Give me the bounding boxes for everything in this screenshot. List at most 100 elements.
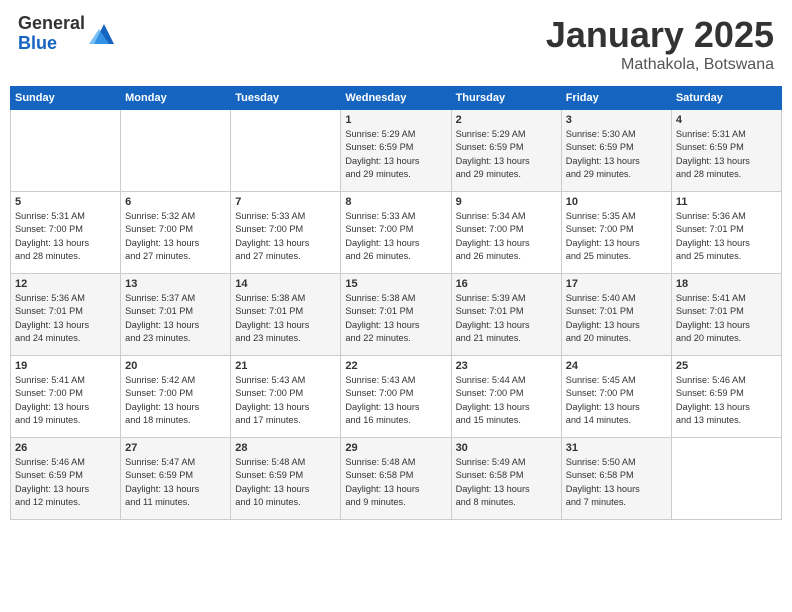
day-info: Sunrise: 5:32 AM Sunset: 7:00 PM Dayligh… xyxy=(125,210,226,263)
day-info: Sunrise: 5:37 AM Sunset: 7:01 PM Dayligh… xyxy=(125,292,226,345)
day-info: Sunrise: 5:47 AM Sunset: 6:59 PM Dayligh… xyxy=(125,456,226,509)
day-info: Sunrise: 5:42 AM Sunset: 7:00 PM Dayligh… xyxy=(125,374,226,427)
day-info: Sunrise: 5:29 AM Sunset: 6:59 PM Dayligh… xyxy=(345,128,446,181)
day-number: 7 xyxy=(235,196,336,208)
day-info: Sunrise: 5:33 AM Sunset: 7:00 PM Dayligh… xyxy=(235,210,336,263)
day-info: Sunrise: 5:31 AM Sunset: 7:00 PM Dayligh… xyxy=(15,210,116,263)
day-info: Sunrise: 5:34 AM Sunset: 7:00 PM Dayligh… xyxy=(456,210,557,263)
day-number: 28 xyxy=(235,442,336,454)
calendar-cell xyxy=(231,110,341,192)
calendar-cell: 21Sunrise: 5:43 AM Sunset: 7:00 PM Dayli… xyxy=(231,356,341,438)
day-info: Sunrise: 5:48 AM Sunset: 6:58 PM Dayligh… xyxy=(345,456,446,509)
day-info: Sunrise: 5:46 AM Sunset: 6:59 PM Dayligh… xyxy=(15,456,116,509)
calendar-week-row: 5 Sunrise: 5:31 AM Sunset: 7:00 PM Daylig… xyxy=(11,192,782,274)
calendar-week-row: 1Sunrise: 5:29 AM Sunset: 6:59 PM Daylig… xyxy=(11,110,782,192)
day-header-wednesday: Wednesday xyxy=(341,87,451,110)
day-number: 10 xyxy=(566,196,667,208)
day-number: 5 xyxy=(15,196,116,208)
calendar-cell: 28 Sunrise: 5:48 AM Sunset: 6:59 PM Dayli… xyxy=(231,438,341,520)
day-info: Sunrise: 5:33 AM Sunset: 7:00 PM Dayligh… xyxy=(345,210,446,263)
calendar-cell: 26 Sunrise: 5:46 AM Sunset: 6:59 PM Dayli… xyxy=(11,438,121,520)
calendar-cell: 14 Sunrise: 5:38 AM Sunset: 7:01 PM Dayli… xyxy=(231,274,341,356)
day-number: 15 xyxy=(345,278,446,290)
day-info: Sunrise: 5:29 AM Sunset: 6:59 PM Dayligh… xyxy=(456,128,557,181)
day-number: 2 xyxy=(456,114,557,126)
day-info: Sunrise: 5:40 AM Sunset: 7:01 PM Dayligh… xyxy=(566,292,667,345)
logo: General Blue xyxy=(18,14,119,54)
calendar-cell: 22 Sunrise: 5:43 AM Sunset: 7:00 PM Dayli… xyxy=(341,356,451,438)
day-header-friday: Friday xyxy=(561,87,671,110)
day-info: Sunrise: 5:45 AM Sunset: 7:00 PM Dayligh… xyxy=(566,374,667,427)
calendar-header-row: SundayMondayTuesdayWednesdayThursdayFrid… xyxy=(11,87,782,110)
calendar-cell: 5 Sunrise: 5:31 AM Sunset: 7:00 PM Daylig… xyxy=(11,192,121,274)
calendar-cell: 15 Sunrise: 5:38 AM Sunset: 7:01 PM Dayli… xyxy=(341,274,451,356)
day-info: Sunrise: 5:38 AM Sunset: 7:01 PM Dayligh… xyxy=(235,292,336,345)
calendar-cell: 9 Sunrise: 5:34 AM Sunset: 7:00 PM Daylig… xyxy=(451,192,561,274)
day-number: 4 xyxy=(676,114,777,126)
calendar-week-row: 19 Sunrise: 5:41 AM Sunset: 7:00 PM Dayli… xyxy=(11,356,782,438)
day-number: 22 xyxy=(345,360,446,372)
day-number: 9 xyxy=(456,196,557,208)
calendar-cell xyxy=(121,110,231,192)
calendar-cell: 30 Sunrise: 5:49 AM Sunset: 6:58 PM Dayli… xyxy=(451,438,561,520)
day-number: 6 xyxy=(125,196,226,208)
calendar-cell xyxy=(671,438,781,520)
day-number: 11 xyxy=(676,196,777,208)
calendar-cell: 23 Sunrise: 5:44 AM Sunset: 7:00 PM Dayli… xyxy=(451,356,561,438)
calendar-cell: 8Sunrise: 5:33 AM Sunset: 7:00 PM Daylig… xyxy=(341,192,451,274)
calendar-cell: 3Sunrise: 5:30 AM Sunset: 6:59 PM Daylig… xyxy=(561,110,671,192)
day-number: 14 xyxy=(235,278,336,290)
day-info: Sunrise: 5:43 AM Sunset: 7:00 PM Dayligh… xyxy=(345,374,446,427)
calendar-cell: 12 Sunrise: 5:36 AM Sunset: 7:01 PM Dayli… xyxy=(11,274,121,356)
calendar-cell: 10 Sunrise: 5:35 AM Sunset: 7:00 PM Dayli… xyxy=(561,192,671,274)
day-info: Sunrise: 5:41 AM Sunset: 7:00 PM Dayligh… xyxy=(15,374,116,427)
calendar-cell: 7 Sunrise: 5:33 AM Sunset: 7:00 PM Daylig… xyxy=(231,192,341,274)
day-number: 18 xyxy=(676,278,777,290)
calendar-cell: 2 Sunrise: 5:29 AM Sunset: 6:59 PM Daylig… xyxy=(451,110,561,192)
day-info: Sunrise: 5:36 AM Sunset: 7:01 PM Dayligh… xyxy=(15,292,116,345)
logo-general: General xyxy=(18,14,85,34)
location-subtitle: Mathakola, Botswana xyxy=(546,56,774,74)
calendar-cell xyxy=(11,110,121,192)
calendar-cell: 31Sunrise: 5:50 AM Sunset: 6:58 PM Dayli… xyxy=(561,438,671,520)
day-info: Sunrise: 5:35 AM Sunset: 7:00 PM Dayligh… xyxy=(566,210,667,263)
day-info: Sunrise: 5:38 AM Sunset: 7:01 PM Dayligh… xyxy=(345,292,446,345)
day-info: Sunrise: 5:36 AM Sunset: 7:01 PM Dayligh… xyxy=(676,210,777,263)
day-number: 13 xyxy=(125,278,226,290)
calendar-cell: 1Sunrise: 5:29 AM Sunset: 6:59 PM Daylig… xyxy=(341,110,451,192)
logo-blue: Blue xyxy=(18,34,85,54)
calendar-week-row: 26 Sunrise: 5:46 AM Sunset: 6:59 PM Dayli… xyxy=(11,438,782,520)
calendar-week-row: 12 Sunrise: 5:36 AM Sunset: 7:01 PM Dayli… xyxy=(11,274,782,356)
title-block: January 2025 Mathakola, Botswana xyxy=(546,14,774,74)
calendar-cell: 4Sunrise: 5:31 AM Sunset: 6:59 PM Daylig… xyxy=(671,110,781,192)
calendar-cell: 16 Sunrise: 5:39 AM Sunset: 7:01 PM Dayli… xyxy=(451,274,561,356)
day-number: 20 xyxy=(125,360,226,372)
day-number: 24 xyxy=(566,360,667,372)
day-number: 19 xyxy=(15,360,116,372)
day-header-saturday: Saturday xyxy=(671,87,781,110)
page-header: General Blue January 2025 Mathakola, Bot… xyxy=(10,10,782,78)
day-info: Sunrise: 5:48 AM Sunset: 6:59 PM Dayligh… xyxy=(235,456,336,509)
month-year-title: January 2025 xyxy=(546,14,774,56)
day-header-thursday: Thursday xyxy=(451,87,561,110)
day-number: 30 xyxy=(456,442,557,454)
day-info: Sunrise: 5:43 AM Sunset: 7:00 PM Dayligh… xyxy=(235,374,336,427)
day-info: Sunrise: 5:39 AM Sunset: 7:01 PM Dayligh… xyxy=(456,292,557,345)
day-number: 23 xyxy=(456,360,557,372)
day-number: 25 xyxy=(676,360,777,372)
calendar-cell: 6 Sunrise: 5:32 AM Sunset: 7:00 PM Daylig… xyxy=(121,192,231,274)
calendar-cell: 13 Sunrise: 5:37 AM Sunset: 7:01 PM Dayli… xyxy=(121,274,231,356)
calendar-cell: 24 Sunrise: 5:45 AM Sunset: 7:00 PM Dayli… xyxy=(561,356,671,438)
day-number: 27 xyxy=(125,442,226,454)
day-info: Sunrise: 5:50 AM Sunset: 6:58 PM Dayligh… xyxy=(566,456,667,509)
calendar-cell: 27 Sunrise: 5:47 AM Sunset: 6:59 PM Dayli… xyxy=(121,438,231,520)
day-number: 26 xyxy=(15,442,116,454)
calendar-cell: 19 Sunrise: 5:41 AM Sunset: 7:00 PM Dayli… xyxy=(11,356,121,438)
day-number: 12 xyxy=(15,278,116,290)
day-number: 16 xyxy=(456,278,557,290)
calendar-cell: 17Sunrise: 5:40 AM Sunset: 7:01 PM Dayli… xyxy=(561,274,671,356)
day-info: Sunrise: 5:46 AM Sunset: 6:59 PM Dayligh… xyxy=(676,374,777,427)
day-info: Sunrise: 5:44 AM Sunset: 7:00 PM Dayligh… xyxy=(456,374,557,427)
day-info: Sunrise: 5:49 AM Sunset: 6:58 PM Dayligh… xyxy=(456,456,557,509)
logo-icon xyxy=(89,19,119,49)
